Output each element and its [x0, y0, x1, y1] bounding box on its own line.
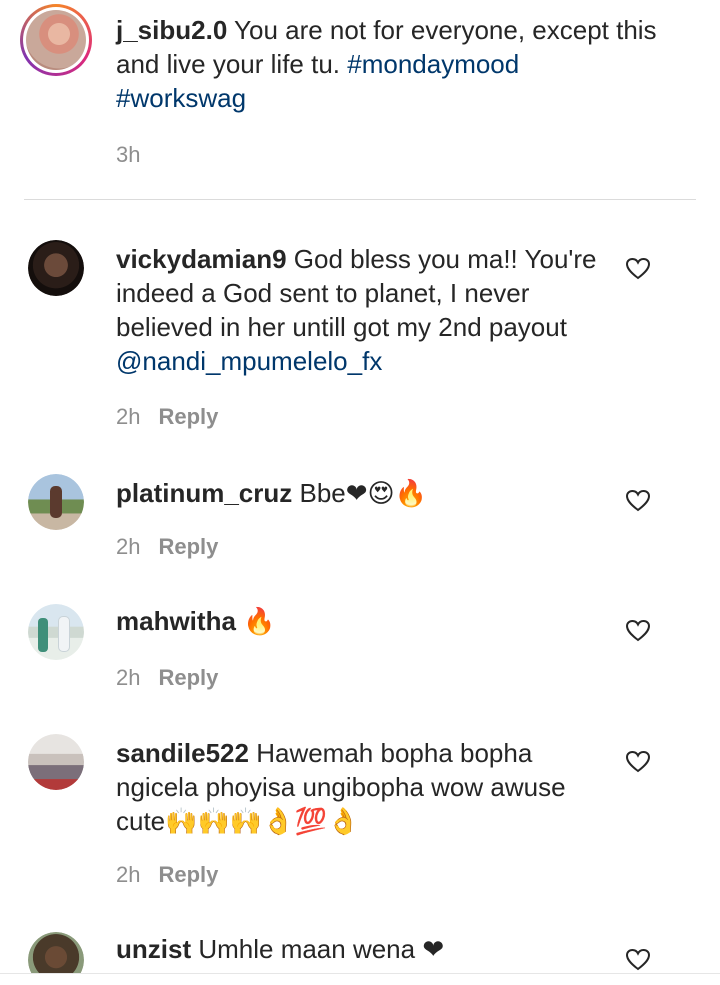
- comment-username[interactable]: unzist: [116, 934, 191, 964]
- reply-button[interactable]: Reply: [158, 665, 218, 690]
- comment-body: 🔥: [235, 606, 276, 636]
- comment-username[interactable]: mahwitha: [116, 606, 236, 636]
- comment-avatar[interactable]: [28, 474, 84, 530]
- comment-body: Umhle maan wena ❤: [191, 934, 445, 964]
- comment-avatar[interactable]: [28, 734, 84, 790]
- caption-avatar[interactable]: [20, 4, 92, 76]
- heart-outline-icon[interactable]: [626, 620, 650, 642]
- comment-avatar[interactable]: [28, 240, 84, 296]
- heart-outline-icon[interactable]: [626, 258, 650, 280]
- comment-mention[interactable]: @nandi_mpumelelo_fx: [116, 346, 382, 376]
- reply-button[interactable]: Reply: [158, 404, 218, 429]
- reply-button[interactable]: Reply: [158, 862, 218, 887]
- comment-meta: 2h Reply: [116, 862, 218, 888]
- comment-text: mahwitha 🔥: [116, 604, 616, 638]
- comment-text: vickydamian9 God bless you ma!! You're i…: [116, 242, 616, 378]
- comment-meta: 2h Reply: [116, 404, 218, 430]
- comment-username[interactable]: vickydamian9: [116, 244, 287, 274]
- comments-screen: j_sibu2.0 You are not for everyone, exce…: [0, 0, 720, 985]
- heart-outline-icon[interactable]: [626, 751, 650, 773]
- comment-time: 2h: [116, 404, 141, 429]
- comment-time: 2h: [116, 862, 141, 887]
- comment-meta: 2h Reply: [116, 534, 218, 560]
- caption-time: 3h: [116, 142, 141, 167]
- bottom-edge: [0, 973, 720, 985]
- comment-username[interactable]: sandile522: [116, 738, 249, 768]
- comment-text: platinum_cruz Bbe❤😍🔥: [116, 476, 616, 510]
- comment-text: sandile522 Hawemah bopha bopha ngicela p…: [116, 736, 616, 838]
- comment-text: unzist Umhle maan wena ❤: [116, 932, 616, 966]
- heart-outline-icon[interactable]: [626, 490, 650, 512]
- comment-avatar[interactable]: [28, 604, 84, 660]
- post-caption: j_sibu2.0 You are not for everyone, exce…: [0, 0, 720, 200]
- comment-username[interactable]: platinum_cruz: [116, 478, 292, 508]
- hashtag-mondaymood[interactable]: #mondaymood: [347, 49, 519, 79]
- reply-button[interactable]: Reply: [158, 534, 218, 559]
- heart-outline-icon[interactable]: [626, 949, 650, 971]
- comment-time: 2h: [116, 534, 141, 559]
- caption-divider: [24, 199, 696, 200]
- caption-username[interactable]: j_sibu2.0: [116, 15, 227, 45]
- comment-time: 2h: [116, 665, 141, 690]
- comment-meta: 2h Reply: [116, 665, 218, 691]
- comment-body: Bbe❤😍🔥: [292, 478, 427, 508]
- caption-text: j_sibu2.0 You are not for everyone, exce…: [116, 13, 676, 115]
- hashtag-workswag[interactable]: #workswag: [116, 83, 246, 113]
